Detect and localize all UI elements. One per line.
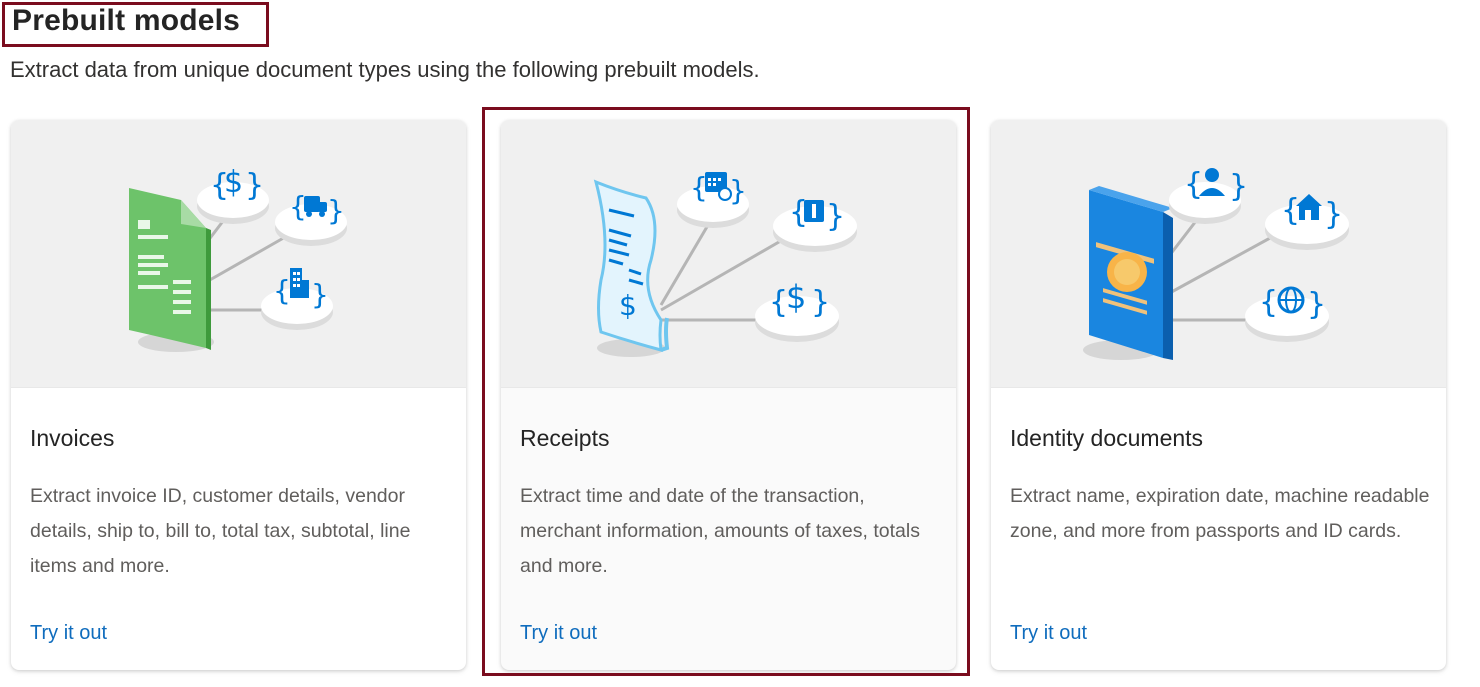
svg-text:$: $ (786, 278, 806, 316)
svg-text:{: { (1281, 193, 1300, 228)
page-subtitle: Extract data from unique document types … (10, 57, 760, 82)
card-title: Invoices (30, 425, 115, 451)
svg-text:{: { (273, 274, 291, 307)
try-it-out-link[interactable]: Try it out (1010, 622, 1087, 645)
try-it-out-link[interactable]: Try it out (520, 622, 597, 645)
svg-text:$: $ (224, 165, 243, 200)
identity-documents-card[interactable]: { } { } { } Identity documents Extract n… (991, 120, 1446, 670)
svg-text:}: } (327, 194, 345, 227)
svg-text:{: { (1259, 285, 1278, 320)
svg-text:$: $ (619, 289, 637, 322)
card-title: Receipts (520, 425, 610, 451)
card-title: Identity documents (1010, 425, 1204, 451)
card-description: Extract invoice ID, customer details, ve… (30, 485, 411, 577)
invoices-card[interactable]: { $ } { } { } Invoices Extract invoice I… (11, 120, 466, 670)
prebuilt-models-page: Prebuilt models Extract data from unique… (0, 0, 1480, 687)
invoice-illustration: { $ } { } { } (11, 120, 466, 388)
svg-text:}: } (811, 285, 830, 320)
svg-text:}: } (1229, 169, 1248, 204)
svg-text:}: } (1324, 197, 1343, 232)
card-description: Extract name, expiration date, machine r… (1010, 485, 1430, 542)
svg-text:}: } (245, 168, 264, 203)
svg-text:}: } (729, 174, 747, 207)
passport-illustration: { } { } { } (991, 120, 1446, 388)
svg-text:{: { (1184, 167, 1203, 202)
receipt-illustration: $ { } { } { $ } (501, 120, 956, 388)
receipts-card[interactable]: $ { } { } { $ } Receipts Extract time an… (501, 120, 956, 670)
card-description: Extract time and date of the transaction… (520, 485, 920, 577)
svg-text:}: } (1307, 287, 1326, 322)
svg-text:}: } (826, 199, 845, 234)
try-it-out-link[interactable]: Try it out (30, 622, 107, 645)
svg-text:}: } (311, 278, 329, 311)
page-title: Prebuilt models (12, 4, 241, 37)
